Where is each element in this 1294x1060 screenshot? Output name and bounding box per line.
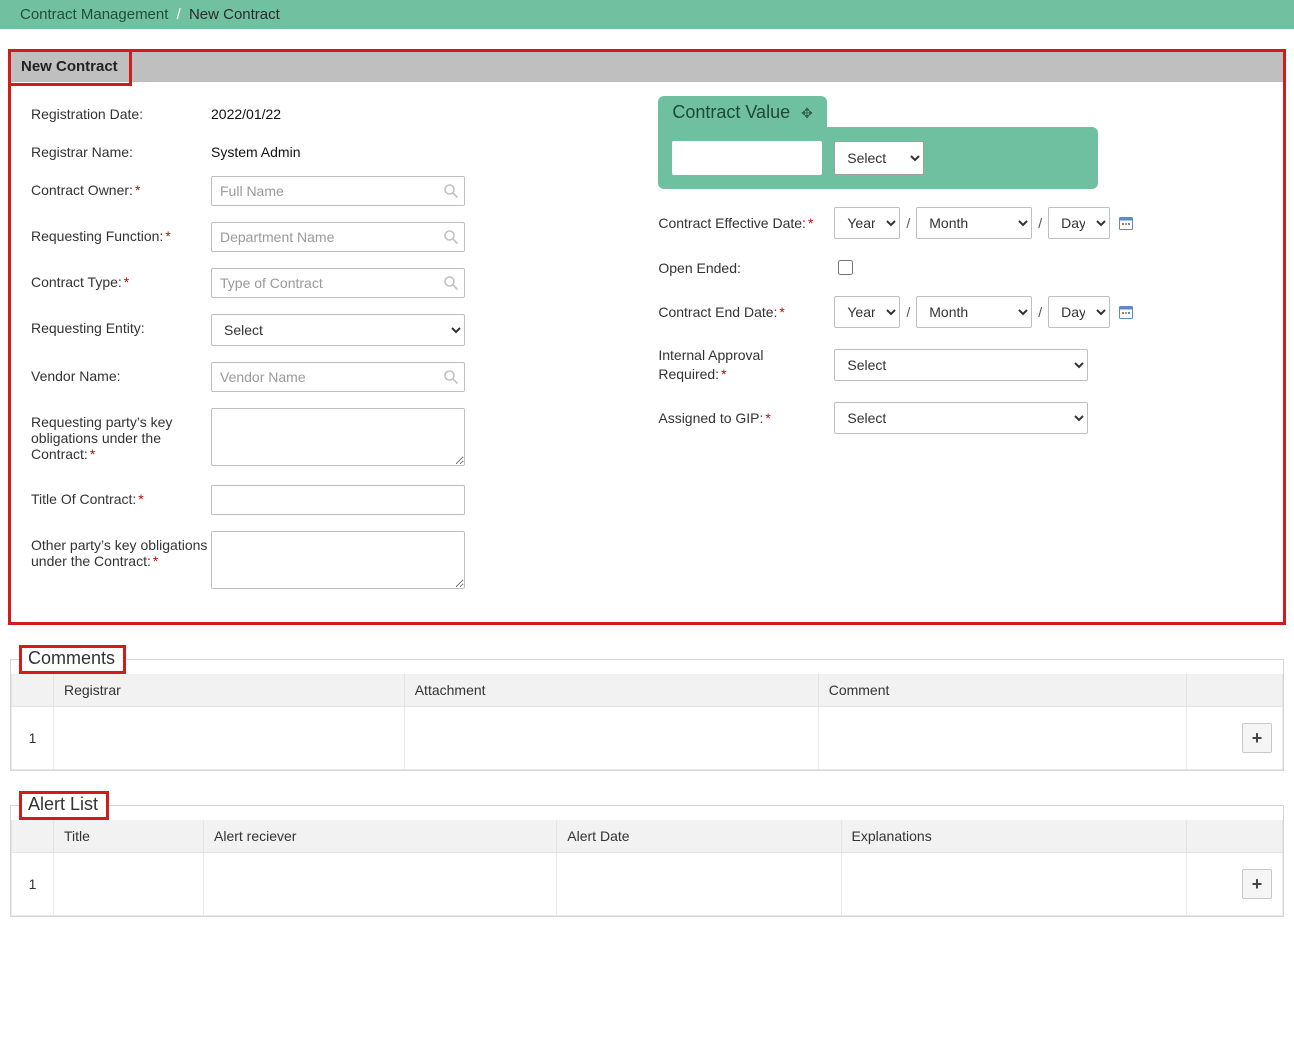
vendor-name-label: Vendor Name: — [31, 362, 211, 384]
title-of-contract-label: Title Of Contract:* — [31, 485, 211, 507]
alerts-col-date: Alert Date — [557, 820, 841, 853]
registration-date-value: 2022/01/22 — [211, 100, 622, 122]
registrar-name-value: System Admin — [211, 138, 622, 160]
req-party-obligations-textarea[interactable] — [211, 408, 465, 466]
assigned-gip-select[interactable]: Select — [834, 402, 1088, 434]
req-party-obligations-label: Requesting party’s key obligations under… — [31, 408, 211, 462]
requesting-entity-select[interactable]: Select — [211, 314, 465, 346]
contract-value-widget: Contract Value ✥ Select — [658, 96, 1263, 189]
effective-year-select[interactable]: Year — [834, 207, 900, 239]
requesting-function-input[interactable] — [211, 222, 465, 252]
row-index: 1 — [12, 853, 54, 916]
open-ended-checkbox[interactable] — [838, 260, 853, 275]
internal-approval-select[interactable]: Select — [834, 349, 1088, 381]
contract-owner-label: Contract Owner:* — [31, 176, 211, 198]
registration-date-label: Registration Date: — [31, 100, 211, 122]
contract-type-label: Contract Type:* — [31, 268, 211, 290]
row-index: 1 — [12, 707, 54, 770]
breadcrumb-sep: / — [173, 6, 185, 23]
effective-day-select[interactable]: Day — [1048, 207, 1110, 239]
alert-list-table: Title Alert reciever Alert Date Explanat… — [11, 820, 1283, 916]
search-icon[interactable] — [443, 183, 459, 199]
comments-section: Comments Registrar Attachment Comment 1 … — [10, 645, 1284, 771]
table-row: 1 + — [12, 707, 1283, 770]
alert-list-legend: Alert List — [19, 791, 109, 820]
other-party-obligations-textarea[interactable] — [211, 531, 465, 589]
new-contract-panel: New Contract Registration Date: 2022/01/… — [8, 49, 1286, 625]
contract-value-currency-select[interactable]: Select — [834, 141, 924, 175]
breadcrumb-root-link[interactable]: Contract Management — [20, 6, 168, 23]
other-party-obligations-label: Other party’s key obligations under the … — [31, 531, 211, 569]
add-comment-button[interactable]: + — [1242, 723, 1272, 753]
requesting-entity-label: Requesting Entity: — [31, 314, 211, 336]
calendar-icon[interactable] — [1118, 215, 1134, 231]
contract-owner-input[interactable] — [211, 176, 465, 206]
form-right-column: Contract Value ✥ Select Contract Effecti… — [652, 100, 1263, 608]
alerts-col-title: Title — [54, 820, 204, 853]
alert-list-section: Alert List Title Alert reciever Alert Da… — [10, 791, 1284, 917]
calendar-icon[interactable] — [1118, 304, 1134, 320]
alerts-col-explanations: Explanations — [841, 820, 1186, 853]
end-day-select[interactable]: Day — [1048, 296, 1110, 328]
breadcrumb-bar: Contract Management / New Contract — [0, 0, 1294, 29]
comments-table: Registrar Attachment Comment 1 + — [11, 674, 1283, 770]
requesting-function-label: Requesting Function:* — [31, 222, 211, 244]
effective-date-label: Contract Effective Date:* — [658, 215, 828, 231]
contract-value-title: Contract Value ✥ — [658, 96, 826, 129]
move-icon[interactable]: ✥ — [801, 105, 813, 121]
vendor-name-input[interactable] — [211, 362, 465, 392]
internal-approval-label: Internal Approval Required:* — [658, 346, 828, 384]
effective-month-select[interactable]: Month — [916, 207, 1032, 239]
comments-col-registrar: Registrar — [54, 674, 405, 707]
assigned-gip-label: Assigned to GIP:* — [658, 410, 828, 426]
search-icon[interactable] — [443, 369, 459, 385]
panel-title: New Contract — [11, 52, 1283, 82]
search-icon[interactable] — [443, 229, 459, 245]
comments-legend: Comments — [19, 645, 126, 674]
end-year-select[interactable]: Year — [834, 296, 900, 328]
breadcrumb-current: New Contract — [189, 6, 280, 23]
title-of-contract-input[interactable] — [211, 485, 465, 515]
open-ended-label: Open Ended: — [658, 260, 828, 276]
contract-type-input[interactable] — [211, 268, 465, 298]
registrar-name-label: Registrar Name: — [31, 138, 211, 160]
form-left-column: Registration Date: 2022/01/22 Registrar … — [31, 100, 622, 608]
comments-col-attachment: Attachment — [404, 674, 818, 707]
table-row: 1 + — [12, 853, 1283, 916]
end-month-select[interactable]: Month — [916, 296, 1032, 328]
contract-value-input[interactable] — [672, 141, 822, 175]
alerts-col-receiver: Alert reciever — [204, 820, 557, 853]
comments-col-comment: Comment — [818, 674, 1186, 707]
end-date-label: Contract End Date:* — [658, 304, 828, 320]
search-icon[interactable] — [443, 275, 459, 291]
add-alert-button[interactable]: + — [1242, 869, 1272, 899]
